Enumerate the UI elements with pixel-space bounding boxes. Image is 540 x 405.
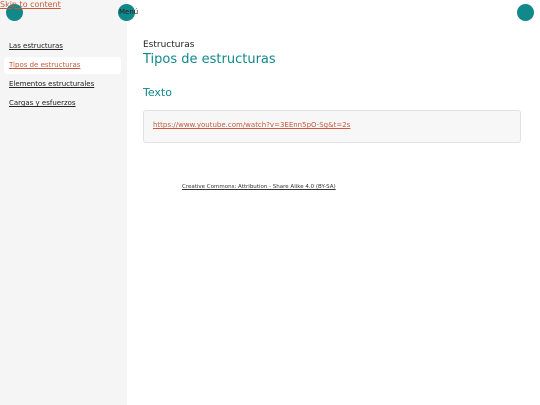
skip-to-content-link[interactable]: Skip to content: [0, 0, 61, 10]
sidebar: Las estructuras Tipos de estructuras Ele…: [0, 0, 127, 405]
section-heading: Texto: [143, 86, 172, 99]
video-link-box: https://www.youtube.com/watch?v=3EEnn5pO…: [143, 110, 521, 143]
sidebar-item-cargas-y-esfuerzos[interactable]: Cargas y esfuerzos: [4, 95, 121, 112]
menu-label[interactable]: Menú: [119, 8, 138, 17]
section-label: Estructuras: [143, 40, 195, 50]
license-link[interactable]: Creative Commons: Attribution - Share Al…: [182, 184, 336, 190]
search-button[interactable]: [517, 4, 534, 21]
video-link[interactable]: https://www.youtube.com/watch?v=3EEnn5pO…: [153, 121, 350, 129]
sidebar-item-tipos-de-estructuras[interactable]: Tipos de estructuras: [4, 57, 121, 74]
sidebar-item-las-estructuras[interactable]: Las estructuras: [4, 38, 121, 55]
sidebar-item-elementos-estructurales[interactable]: Elementos estructurales: [4, 76, 121, 93]
sidebar-nav: Las estructuras Tipos de estructuras Ele…: [4, 38, 121, 114]
page-title: Tipos de estructuras: [143, 52, 276, 67]
page: Las estructuras Tipos de estructuras Ele…: [0, 0, 540, 405]
